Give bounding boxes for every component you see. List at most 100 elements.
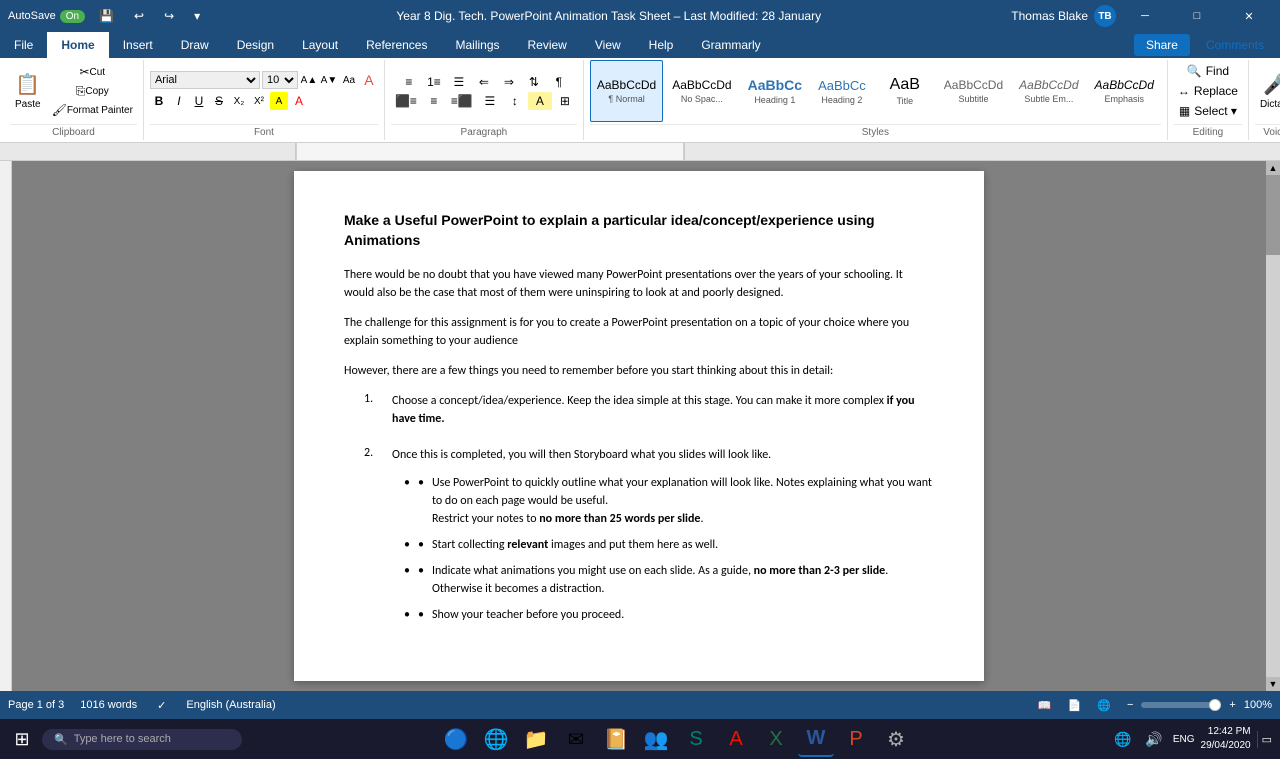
user-avatar[interactable]: TB (1094, 5, 1116, 27)
show-desktop-button[interactable]: ▭ (1257, 731, 1276, 748)
bullet-dot-3: • (418, 562, 424, 598)
align-left-button[interactable]: ⬛≡ (391, 92, 421, 110)
replace-button[interactable]: ↔ Replace (1174, 82, 1242, 100)
taskbar-teams[interactable]: 👥 (638, 721, 674, 757)
style-title[interactable]: AaB Title (875, 60, 935, 122)
tab-mailings[interactable]: Mailings (441, 32, 513, 58)
tab-view[interactable]: View (581, 32, 635, 58)
decrease-font-button[interactable]: A▼ (320, 71, 338, 89)
style-heading2[interactable]: AaBbCc Heading 2 (811, 60, 873, 122)
bullet-item-2: • Start collecting relevant images and p… (404, 536, 934, 554)
bullets-button[interactable]: ≡ (397, 73, 421, 91)
underline-button[interactable]: U (190, 92, 208, 110)
taskbar-onenote[interactable]: 📔 (598, 721, 634, 757)
tab-references[interactable]: References (352, 32, 441, 58)
superscript-button[interactable]: X² (250, 92, 268, 110)
style-subtitle[interactable]: AaBbCcDd Subtitle (937, 60, 1010, 122)
scroll-up-button[interactable]: ▲ (1266, 161, 1280, 175)
redo-button[interactable]: ↪ (158, 7, 180, 25)
tab-draw[interactable]: Draw (167, 32, 223, 58)
align-right-button[interactable]: ≡⬛ (447, 92, 477, 110)
select-button[interactable]: ▦ Select ▾ (1175, 102, 1241, 120)
show-formatting-button[interactable]: ¶ (547, 73, 571, 91)
italic-button[interactable]: I (170, 92, 188, 110)
style-normal[interactable]: AaBbCcDd ¶ Normal (590, 60, 663, 122)
taskbar-explorer[interactable]: 📁 (518, 721, 554, 757)
subscript-button[interactable]: X₂ (230, 92, 248, 110)
font-family-select[interactable]: Arial (150, 71, 260, 89)
zoom-slider[interactable] (1141, 702, 1221, 708)
style-subtle-em-preview: AaBbCcDd (1019, 78, 1078, 92)
change-case-button[interactable]: Aa (340, 71, 358, 89)
decrease-indent-button[interactable]: ⇐ (472, 73, 496, 91)
tab-review[interactable]: Review (514, 32, 581, 58)
view-print-button[interactable]: 📄 (1064, 697, 1086, 714)
style-heading1[interactable]: AaBbCc Heading 1 (741, 60, 809, 122)
taskbar-excel[interactable]: X (758, 721, 794, 757)
minimize-button[interactable]: ─ (1122, 0, 1168, 32)
more-tools-button[interactable]: ▾ (188, 7, 206, 25)
volume-icon[interactable]: 🔊 (1141, 729, 1166, 750)
strikethrough-button[interactable]: S (210, 92, 228, 110)
taskbar-cortana[interactable]: 🔵 (438, 721, 474, 757)
clipboard-group-content: 📋 Paste ✂ Cut ⎘ Copy 🖌 Format Painter (10, 60, 137, 122)
find-button[interactable]: 🔍 Find (1183, 62, 1233, 80)
document-area[interactable]: Make a Useful PowerPoint to explain a pa… (12, 161, 1266, 691)
share-button[interactable]: Share (1134, 34, 1190, 56)
style-emphasis[interactable]: AaBbCcDd Emphasis (1088, 60, 1161, 122)
proofing-button[interactable]: ✓ (153, 697, 170, 714)
taskbar-edge[interactable]: 🌐 (478, 721, 514, 757)
style-subtle-em[interactable]: AaBbCcDd Subtle Em... (1012, 60, 1085, 122)
taskbar-powerpoint[interactable]: P (838, 721, 874, 757)
maximize-button[interactable]: □ (1174, 0, 1220, 32)
save-button[interactable]: 💾 (93, 7, 120, 25)
font-size-select[interactable]: 10 (262, 71, 298, 89)
scroll-thumb[interactable] (1266, 175, 1280, 255)
taskbar-sway[interactable]: S (678, 721, 714, 757)
zoom-out-button[interactable]: − (1123, 697, 1137, 713)
network-icon[interactable]: 🌐 (1110, 729, 1135, 750)
tab-home[interactable]: Home (47, 32, 108, 58)
scroll-down-button[interactable]: ▼ (1266, 677, 1280, 691)
taskbar-mail[interactable]: ✉ (558, 721, 594, 757)
sort-button[interactable]: ⇅ (522, 73, 546, 91)
comments-button[interactable]: Comments (1198, 34, 1272, 56)
cut-button[interactable]: ✂ Cut (48, 63, 137, 81)
autosave-toggle[interactable]: On (60, 10, 85, 23)
copy-button[interactable]: ⎘ Copy (48, 82, 137, 100)
justify-button[interactable]: ☰ (478, 92, 502, 110)
tab-file[interactable]: File (0, 32, 47, 58)
tab-help[interactable]: Help (635, 32, 688, 58)
shading-button[interactable]: A (528, 92, 552, 110)
font-color-button[interactable]: A (290, 92, 308, 110)
dictate-button[interactable]: 🎤 Dictate (1255, 63, 1280, 119)
taskbar-search[interactable]: 🔍 Type here to search (42, 729, 242, 750)
view-read-button[interactable]: 📖 (1034, 697, 1056, 714)
tab-grammarly[interactable]: Grammarly (687, 32, 774, 58)
zoom-in-button[interactable]: + (1225, 697, 1239, 713)
taskbar-acrobat[interactable]: A (718, 721, 754, 757)
bold-button[interactable]: B (150, 92, 168, 110)
clear-format-button[interactable]: A (360, 71, 378, 89)
undo-button[interactable]: ↩ (128, 7, 150, 25)
line-spacing-button[interactable]: ↕ (503, 92, 527, 110)
tab-design[interactable]: Design (223, 32, 288, 58)
start-button[interactable]: ⊞ (4, 721, 40, 757)
increase-font-button[interactable]: A▲ (300, 71, 318, 89)
style-no-spacing[interactable]: AaBbCcDd No Spac... (665, 60, 738, 122)
format-painter-button[interactable]: 🖌 Format Painter (48, 101, 137, 119)
tab-layout[interactable]: Layout (288, 32, 352, 58)
numbering-button[interactable]: 1≡ (422, 73, 446, 91)
view-web-button[interactable]: 🌐 (1093, 697, 1115, 714)
align-center-button[interactable]: ≡ (422, 92, 446, 110)
borders-button[interactable]: ⊞ (553, 92, 577, 110)
search-placeholder: Type here to search (74, 733, 171, 745)
increase-indent-button[interactable]: ⇒ (497, 73, 521, 91)
close-button[interactable]: ✕ (1226, 0, 1272, 32)
tab-insert[interactable]: Insert (109, 32, 167, 58)
taskbar-circle[interactable]: ⚙ (878, 721, 914, 757)
highlight-button[interactable]: A (270, 92, 288, 110)
multilevel-list-button[interactable]: ☰ (447, 73, 471, 91)
paste-button[interactable]: 📋 Paste (10, 63, 46, 119)
taskbar-word[interactable]: W (798, 721, 834, 757)
